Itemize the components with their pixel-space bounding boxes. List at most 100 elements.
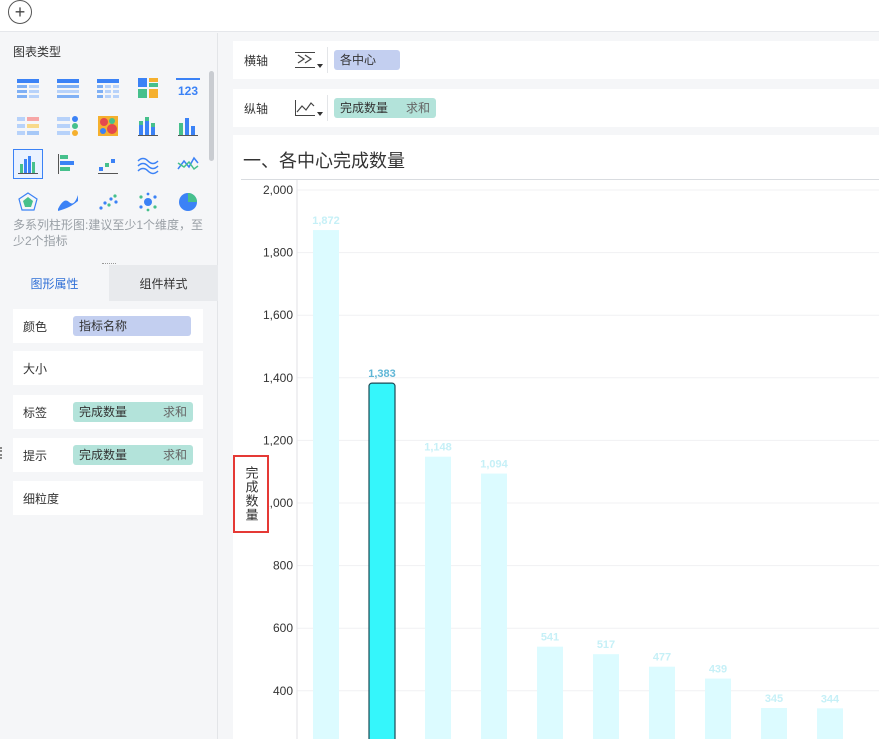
chart-type-group-table[interactable] <box>48 69 88 107</box>
bar <box>817 708 843 739</box>
color-field-pill[interactable]: 指标名称 <box>73 316 191 336</box>
tooltip-field-agg: 求和 <box>162 448 187 462</box>
x-axis-label: 横轴 <box>244 53 269 68</box>
chart-type-column[interactable] <box>168 107 208 145</box>
property-size[interactable]: 大小 <box>13 351 203 385</box>
x-axis-divider <box>327 47 328 73</box>
property-size-label: 大小 <box>23 361 48 376</box>
bar <box>761 708 787 739</box>
chart-type-multi-series-column[interactable] <box>8 145 48 183</box>
y-tick-label: 1,600 <box>263 308 293 322</box>
chart-type-kpi[interactable]: 123 <box>168 69 208 107</box>
chart-type-stream[interactable] <box>48 183 88 221</box>
color-field-name: 指标名称 <box>79 319 128 333</box>
chart-type-line[interactable] <box>168 145 208 183</box>
bar-data-label: 1,872 <box>312 215 340 227</box>
bar-data-label: 439 <box>709 664 727 676</box>
chart-type-table[interactable] <box>8 69 48 107</box>
multi-series-column-icon <box>18 156 38 174</box>
bar-chart: 2,0001,8001,6001,4001,2001,0008006004002… <box>263 180 879 739</box>
chart-type-stacked-bar[interactable] <box>128 107 168 145</box>
chart-type-radar[interactable] <box>8 183 48 221</box>
y-tick-label: 1,200 <box>263 433 293 447</box>
bar-data-label: 477 <box>653 652 671 664</box>
heatmap-icon <box>98 116 118 136</box>
bar-data-label: 517 <box>597 639 615 651</box>
property-label-label: 标签 <box>23 405 48 420</box>
bar <box>705 678 731 739</box>
add-icon[interactable]: + <box>8 0 32 24</box>
stream-area-icon <box>58 195 78 211</box>
bar-data-label: 345 <box>765 693 783 705</box>
side-drag-handle-icon[interactable] <box>0 447 4 459</box>
y-axis-type-selector[interactable] <box>283 94 327 122</box>
scatter-icon <box>99 194 118 210</box>
bar-data-label: 1,094 <box>480 459 508 471</box>
property-tooltip[interactable]: 提示 完成数量 求和 <box>13 438 203 472</box>
dashboard-icon <box>138 78 158 98</box>
tab-graph-properties[interactable]: 图形属性 <box>0 265 109 301</box>
bar <box>593 654 619 739</box>
property-granularity[interactable]: 细粒度 <box>13 481 203 515</box>
x-axis-field-name: 各中心 <box>340 53 377 67</box>
bubble-icon <box>139 192 157 212</box>
group-table-icon <box>57 79 79 98</box>
bar-data-label: 1,383 <box>368 368 396 380</box>
x-axis-type-selector[interactable] <box>283 46 327 74</box>
label-field-agg: 求和 <box>162 405 187 419</box>
y-axis-title-box[interactable]: 完成数量 <box>233 455 269 533</box>
chart-type-scrollbar[interactable] <box>209 71 214 161</box>
chart-type-grid: 123 <box>8 69 204 221</box>
number-table-icon <box>17 117 39 135</box>
label-field-pill[interactable]: 完成数量 求和 <box>73 402 193 422</box>
x-axis-field-pill[interactable]: 各中心 <box>334 50 400 70</box>
chart-type-heatmap[interactable] <box>88 107 128 145</box>
stacked-bar-icon <box>138 117 158 136</box>
tab-component-style[interactable]: 组件样式 <box>109 265 218 301</box>
chart-type-color-table[interactable] <box>48 107 88 145</box>
bar-data-label: 1,148 <box>424 442 452 454</box>
x-axis-row: 横轴 各中心 <box>233 41 879 79</box>
left-panel: 图表类型 123 多系列柱形图:建议至少1个维度，至少2个指标 图形属性 组件样… <box>0 33 218 739</box>
y-tick-label: 800 <box>273 559 293 573</box>
chart-type-dashboard[interactable] <box>128 69 168 107</box>
chart-type-cross-table[interactable] <box>88 69 128 107</box>
chart-type-bubble[interactable] <box>128 183 168 221</box>
bar-data-label: 541 <box>541 632 559 644</box>
chevron-down-icon <box>317 64 323 68</box>
chart-type-scatter[interactable] <box>88 183 128 221</box>
y-tick-label: 2,000 <box>263 183 293 197</box>
kpi-number-icon: 123 <box>176 78 200 98</box>
property-label[interactable]: 标签 完成数量 求和 <box>13 395 203 429</box>
y-axis-row: 纵轴 完成数量 求和 <box>233 89 879 127</box>
chart-type-area[interactable] <box>128 145 168 183</box>
y-axis-label: 纵轴 <box>244 101 269 116</box>
bar <box>481 473 507 739</box>
chart-types-title: 图表类型 <box>13 45 62 59</box>
pie-icon <box>179 193 197 211</box>
bar <box>649 666 675 739</box>
bar <box>425 456 451 739</box>
x-axis-dimension-icon <box>295 52 315 68</box>
property-color-label: 颜色 <box>23 319 48 334</box>
color-table-icon <box>57 116 78 136</box>
y-tick-label: 400 <box>273 684 293 698</box>
chart-type-bar[interactable] <box>48 145 88 183</box>
label-field-name: 完成数量 <box>79 405 128 419</box>
line-icon <box>177 156 199 171</box>
y-axis-field-agg: 求和 <box>405 101 430 115</box>
bar-horizontal-icon <box>58 154 74 174</box>
chart-type-waterfall[interactable] <box>88 145 128 183</box>
y-axis-field-pill[interactable]: 完成数量 求和 <box>334 98 436 118</box>
wave-line-icon <box>137 157 159 175</box>
bar <box>537 646 563 739</box>
chart-type-pie[interactable] <box>168 183 208 221</box>
y-axis-title: 完成数量 <box>243 466 259 522</box>
svg-text:123: 123 <box>178 84 198 98</box>
chart-type-number-table[interactable] <box>8 107 48 145</box>
property-color[interactable]: 颜色 指标名称 <box>13 309 203 343</box>
tooltip-field-pill[interactable]: 完成数量 求和 <box>73 445 193 465</box>
y-tick-label: 1,400 <box>263 371 293 385</box>
y-axis-field-name: 完成数量 <box>340 101 389 115</box>
chart-panel: 一、各中心完成数量 2,000 1,800 1,600 1,400 1,200 1,000… <box>233 135 879 739</box>
